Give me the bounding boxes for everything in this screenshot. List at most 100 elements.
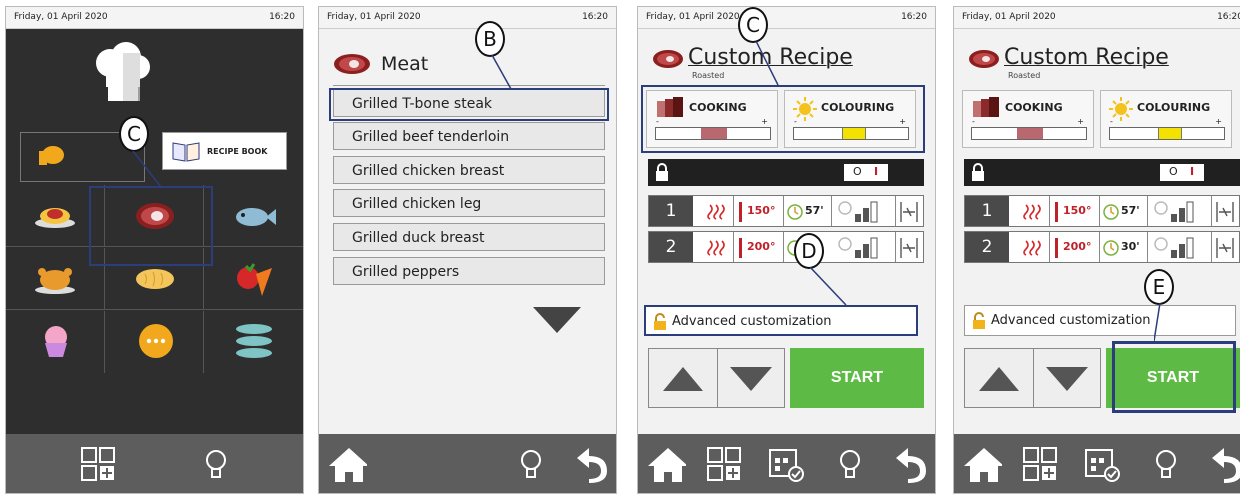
start-button[interactable]: START bbox=[790, 348, 924, 408]
separator bbox=[1147, 232, 1148, 262]
recipe-subtitle: Roasted bbox=[1008, 71, 1041, 80]
fan-speed-icon bbox=[838, 201, 878, 223]
bottom-bar bbox=[638, 434, 935, 493]
calendar-check-icon[interactable] bbox=[1082, 444, 1122, 484]
phase-row[interactable]: 2 200° 30' bbox=[964, 231, 1240, 263]
separator bbox=[783, 232, 784, 262]
home-icon[interactable] bbox=[646, 444, 686, 484]
cooking-level-bar[interactable] bbox=[971, 127, 1087, 140]
phase-number: 2 bbox=[965, 232, 1009, 262]
category-plates[interactable] bbox=[204, 311, 303, 373]
lightbulb-icon[interactable] bbox=[1146, 444, 1186, 484]
separator bbox=[1099, 196, 1100, 226]
status-date: Friday, 01 April 2020 bbox=[327, 12, 421, 22]
status-date: Friday, 01 April 2020 bbox=[14, 12, 108, 22]
callout-d: D bbox=[794, 233, 824, 269]
more-icon bbox=[139, 324, 173, 358]
colouring-level-bar[interactable] bbox=[1109, 127, 1225, 140]
separator bbox=[1099, 232, 1100, 262]
home-icon[interactable] bbox=[962, 444, 1002, 484]
status-date: Friday, 01 April 2020 bbox=[646, 12, 740, 22]
timer-icon bbox=[787, 204, 803, 220]
plus-sign: + bbox=[1077, 117, 1084, 126]
category-more[interactable] bbox=[105, 311, 204, 373]
lock-toggle[interactable]: O I bbox=[844, 164, 888, 181]
meat-icon bbox=[969, 50, 999, 68]
pasta-icon bbox=[35, 208, 75, 228]
list-item[interactable]: Grilled chicken leg bbox=[333, 189, 605, 217]
advanced-customization-button[interactable]: Advanced customization bbox=[644, 305, 918, 336]
lock-icon[interactable] bbox=[654, 162, 670, 182]
custom-recipe-panel-b: Friday, 01 April 2020 16:20 Custom Recip… bbox=[953, 6, 1240, 494]
add-grid-icon[interactable] bbox=[1020, 444, 1060, 484]
home-icon[interactable] bbox=[327, 444, 367, 484]
down-arrow-button[interactable] bbox=[718, 349, 784, 407]
lock-icon[interactable] bbox=[970, 162, 986, 182]
recipe-title: Custom Recipe bbox=[1004, 45, 1169, 70]
separator bbox=[1211, 232, 1212, 262]
colouring-tile[interactable]: COLOURING - + bbox=[1100, 90, 1232, 148]
separator bbox=[1049, 196, 1050, 226]
meat-list-panel: Friday, 01 April 2020 16:20 Meat Grilled… bbox=[318, 6, 617, 494]
list-item[interactable]: Grilled peppers bbox=[333, 257, 605, 285]
fan-speed-icon bbox=[1154, 201, 1194, 223]
phase-temperature: 150° bbox=[747, 204, 776, 217]
back-icon[interactable] bbox=[1206, 444, 1240, 484]
status-time: 16:20 bbox=[1217, 12, 1240, 22]
lightbulb-icon[interactable] bbox=[196, 444, 236, 484]
lock-toggle[interactable]: O I bbox=[1160, 164, 1204, 181]
calendar-check-icon[interactable] bbox=[766, 444, 806, 484]
scroll-down-arrow[interactable] bbox=[533, 307, 581, 333]
back-icon[interactable] bbox=[890, 444, 930, 484]
plus-sign: + bbox=[1215, 117, 1222, 126]
add-grid-icon[interactable] bbox=[78, 444, 118, 484]
category-fish[interactable] bbox=[204, 185, 303, 247]
phase-nav-buttons bbox=[648, 348, 785, 408]
status-bar: Friday, 01 April 2020 16:20 bbox=[638, 7, 935, 29]
status-time: 16:20 bbox=[269, 12, 295, 22]
highlight-meat bbox=[89, 186, 213, 266]
plates-icon bbox=[236, 324, 272, 358]
up-arrow-button[interactable] bbox=[965, 349, 1033, 407]
phase-row[interactable]: 1 150° 57' bbox=[964, 195, 1240, 227]
phase-row[interactable]: 2 200° bbox=[648, 231, 924, 263]
cooking-tile[interactable]: COOKING - + bbox=[962, 90, 1094, 148]
phase-time: 57' bbox=[805, 204, 824, 217]
phase-row[interactable]: 1 150° 57' bbox=[648, 195, 924, 227]
thermometer-icon bbox=[1055, 238, 1058, 258]
lightbulb-icon[interactable] bbox=[511, 444, 551, 484]
advanced-label: Advanced customization bbox=[672, 314, 832, 329]
heat-icon bbox=[1023, 240, 1041, 256]
phase-temperature: 200° bbox=[1063, 240, 1092, 253]
custom-recipe-panel-a: Friday, 01 April 2020 16:20 Custom Recip… bbox=[637, 6, 936, 494]
category-vegetables[interactable] bbox=[204, 248, 303, 310]
separator bbox=[1211, 196, 1212, 226]
recipe-book-tab[interactable]: RECIPE BOOK bbox=[162, 132, 287, 170]
programs-icon bbox=[35, 145, 65, 169]
chef-hat-icon[interactable] bbox=[92, 41, 152, 105]
minus-sign: - bbox=[1110, 117, 1113, 126]
status-time: 16:20 bbox=[901, 12, 927, 22]
separator bbox=[1049, 232, 1050, 262]
heat-icon bbox=[707, 240, 725, 256]
list-item[interactable]: Grilled duck breast bbox=[333, 223, 605, 251]
down-arrow-button[interactable] bbox=[1034, 349, 1100, 407]
up-arrow-button[interactable] bbox=[649, 349, 717, 407]
valve-icon bbox=[900, 238, 918, 258]
category-dessert[interactable] bbox=[6, 311, 105, 373]
add-grid-icon[interactable] bbox=[704, 444, 744, 484]
valve-icon bbox=[900, 202, 918, 222]
highlight-first-item bbox=[329, 88, 609, 121]
thermometer-icon bbox=[1055, 202, 1058, 222]
list-item[interactable]: Grilled beef tenderloin bbox=[333, 122, 605, 150]
fan-speed-icon bbox=[1154, 237, 1194, 259]
phase-time: 30' bbox=[1121, 240, 1140, 253]
separator bbox=[733, 232, 734, 262]
callout-c-leader bbox=[132, 151, 162, 188]
advanced-customization-button[interactable]: Advanced customization bbox=[964, 305, 1236, 336]
lightbulb-icon[interactable] bbox=[830, 444, 870, 484]
phase-number: 1 bbox=[965, 196, 1009, 226]
list-item[interactable]: Grilled chicken breast bbox=[333, 156, 605, 184]
back-icon[interactable] bbox=[571, 444, 611, 484]
bottom-bar bbox=[6, 434, 303, 493]
